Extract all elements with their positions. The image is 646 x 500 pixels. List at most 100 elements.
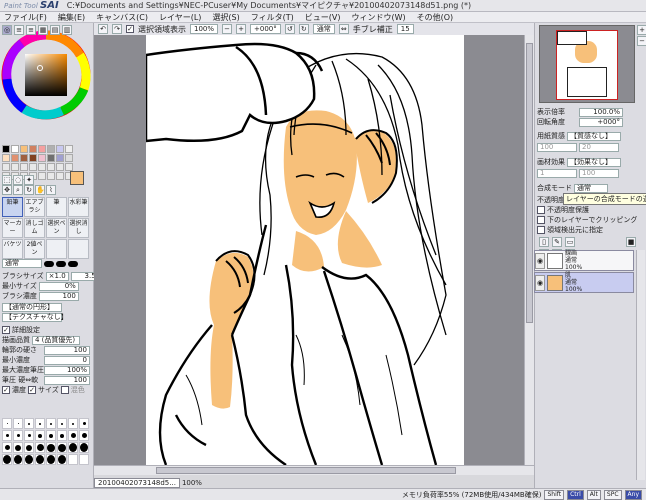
rotate-left-icon[interactable]: ↺ bbox=[284, 24, 295, 34]
brush-size-preset[interactable] bbox=[57, 418, 67, 429]
swatch[interactable] bbox=[47, 154, 55, 162]
min-size-slider[interactable]: 0% bbox=[38, 281, 79, 291]
zoom-icon[interactable]: ⌕ bbox=[13, 185, 23, 195]
magic-wand-icon[interactable]: ✦ bbox=[24, 175, 34, 185]
stabilizer-select[interactable]: 15 bbox=[396, 24, 414, 34]
swatch[interactable] bbox=[38, 145, 46, 153]
media-effect-select[interactable]: 【効果なし】 bbox=[567, 157, 621, 167]
swatch[interactable] bbox=[47, 163, 55, 171]
swatch-tab-icon[interactable]: ▥ bbox=[62, 25, 72, 35]
layer-item[interactable]: ◉ 線画 通常 100% bbox=[534, 250, 634, 271]
pressure-blend-checkbox[interactable] bbox=[60, 386, 69, 394]
brush-size-preset[interactable] bbox=[2, 454, 12, 465]
zoom-select[interactable]: 100% bbox=[190, 24, 219, 34]
zoom-out-icon[interactable]: − bbox=[222, 24, 233, 34]
pressure-density-checkbox[interactable]: ✓ bbox=[2, 386, 10, 394]
swatch[interactable] bbox=[29, 145, 37, 153]
brush-size-preset[interactable] bbox=[13, 430, 23, 441]
swatch[interactable] bbox=[2, 145, 10, 153]
brush-size-preset[interactable] bbox=[68, 454, 78, 465]
canvas-vertical-scrollbar[interactable] bbox=[524, 35, 534, 465]
brush-size-preset[interactable] bbox=[57, 454, 67, 465]
lasso-icon[interactable]: ◌ bbox=[13, 175, 23, 185]
menu-edit[interactable]: 編集(E) bbox=[58, 12, 85, 23]
menu-layer[interactable]: レイヤー(L) bbox=[159, 12, 201, 23]
tool-airbrush[interactable]: エアブラシ bbox=[24, 197, 45, 217]
swatch[interactable] bbox=[38, 163, 46, 171]
rotation-select[interactable]: +000° bbox=[250, 24, 281, 34]
swatch[interactable] bbox=[11, 163, 19, 171]
brush-size-preset[interactable] bbox=[46, 442, 56, 453]
swatch[interactable] bbox=[11, 145, 19, 153]
brush-size-preset[interactable] bbox=[57, 430, 67, 441]
menu-file[interactable]: ファイル(F) bbox=[4, 12, 47, 23]
rotate-icon[interactable]: ↻ bbox=[24, 185, 34, 195]
detail-settings-checkbox[interactable]: ✓ bbox=[2, 326, 10, 334]
tool-bucket[interactable]: バケツ bbox=[2, 239, 23, 259]
menu-filter[interactable]: フィルタ(T) bbox=[251, 12, 294, 23]
nav-zoom-in-icon[interactable]: + bbox=[637, 25, 646, 35]
swatch[interactable] bbox=[20, 154, 28, 162]
reference-source-checkbox[interactable] bbox=[537, 226, 545, 234]
paper-texture-select[interactable]: 【テクスチャなし】 bbox=[2, 313, 68, 322]
brush-size-preset[interactable] bbox=[57, 442, 67, 453]
swatch[interactable] bbox=[56, 145, 64, 153]
foreground-color[interactable] bbox=[70, 171, 84, 185]
brush-density-slider[interactable]: 100 bbox=[38, 291, 79, 301]
brush-size-preset[interactable] bbox=[79, 418, 89, 429]
blend-mode-select[interactable]: 通常 bbox=[574, 183, 608, 193]
brush-shape-icon[interactable] bbox=[44, 260, 54, 267]
tool-select-pen[interactable]: 選択ペン bbox=[46, 218, 67, 238]
brush-size-preset[interactable] bbox=[46, 454, 56, 465]
tool-select-erase[interactable]: 選択消し bbox=[68, 218, 89, 238]
swatch[interactable] bbox=[47, 172, 55, 180]
texture-strength[interactable]: 20 bbox=[579, 143, 619, 152]
brush-shape-select[interactable]: 通常 bbox=[2, 259, 42, 268]
document-name[interactable]: 20100402073148d5... bbox=[94, 478, 180, 488]
hand-icon[interactable]: ✋ bbox=[35, 185, 45, 195]
swatch[interactable] bbox=[20, 163, 28, 171]
brush-size-preset[interactable] bbox=[46, 418, 56, 429]
new-folder-icon[interactable]: ▭ bbox=[565, 237, 575, 247]
selection-display-checkbox[interactable]: ✓ bbox=[126, 25, 134, 33]
brush-size-preset[interactable] bbox=[24, 430, 34, 441]
edge-hardness-slider[interactable]: 100 bbox=[44, 345, 90, 355]
brush-size-preset[interactable] bbox=[68, 442, 78, 453]
visibility-eye-icon[interactable]: ◉ bbox=[535, 252, 545, 269]
effect-strength[interactable]: 100 bbox=[579, 169, 619, 178]
brush-size-mult[interactable]: ×1.0 bbox=[45, 271, 69, 281]
brush-texture-select[interactable]: 【通常の円形】 bbox=[2, 303, 62, 312]
swatch[interactable] bbox=[65, 145, 73, 153]
draw-mode-select[interactable]: 通常 bbox=[312, 24, 335, 34]
brush-size-preset[interactable] bbox=[68, 418, 78, 429]
brush-shape-icon[interactable] bbox=[68, 260, 78, 267]
delete-layer-icon[interactable]: ■ bbox=[626, 237, 636, 247]
visibility-eye-icon[interactable]: ◉ bbox=[535, 274, 545, 291]
brush-size-preset[interactable] bbox=[79, 430, 89, 441]
select-rect-icon[interactable]: ⬚ bbox=[2, 175, 12, 185]
rgb-slider-tab-icon[interactable]: ≡ bbox=[14, 25, 24, 35]
scrollbar-thumb[interactable] bbox=[526, 43, 533, 323]
redo-icon[interactable]: ↷ bbox=[112, 24, 122, 34]
brush-size-preset[interactable] bbox=[35, 442, 45, 453]
tool-brush[interactable]: 筆 bbox=[46, 197, 67, 217]
brush-size-preset[interactable] bbox=[35, 430, 45, 441]
eyedropper-icon[interactable]: ⌇ bbox=[46, 185, 56, 195]
swatch[interactable] bbox=[56, 154, 64, 162]
nav-zoom-out-icon[interactable]: − bbox=[637, 36, 646, 46]
menu-select[interactable]: 選択(S) bbox=[212, 12, 239, 23]
brush-size-preset[interactable] bbox=[24, 442, 34, 453]
menu-view[interactable]: ビュー(V) bbox=[305, 12, 341, 23]
scrollbar-thumb[interactable] bbox=[156, 467, 456, 474]
brush-size-preset[interactable] bbox=[2, 442, 12, 453]
swatch[interactable] bbox=[65, 154, 73, 162]
swatch[interactable] bbox=[20, 145, 28, 153]
canvas-paper[interactable] bbox=[144, 35, 464, 465]
document-tab[interactable]: 20100402073148d5... 100% bbox=[94, 478, 202, 488]
brush-size-preset[interactable] bbox=[13, 454, 23, 465]
brush-size-preset[interactable] bbox=[13, 418, 23, 429]
menu-canvas[interactable]: キャンバス(C) bbox=[96, 12, 148, 23]
swatch[interactable] bbox=[2, 154, 10, 162]
brush-size-preset[interactable] bbox=[2, 430, 12, 441]
tool-eraser[interactable]: 消しゴム bbox=[24, 218, 45, 238]
